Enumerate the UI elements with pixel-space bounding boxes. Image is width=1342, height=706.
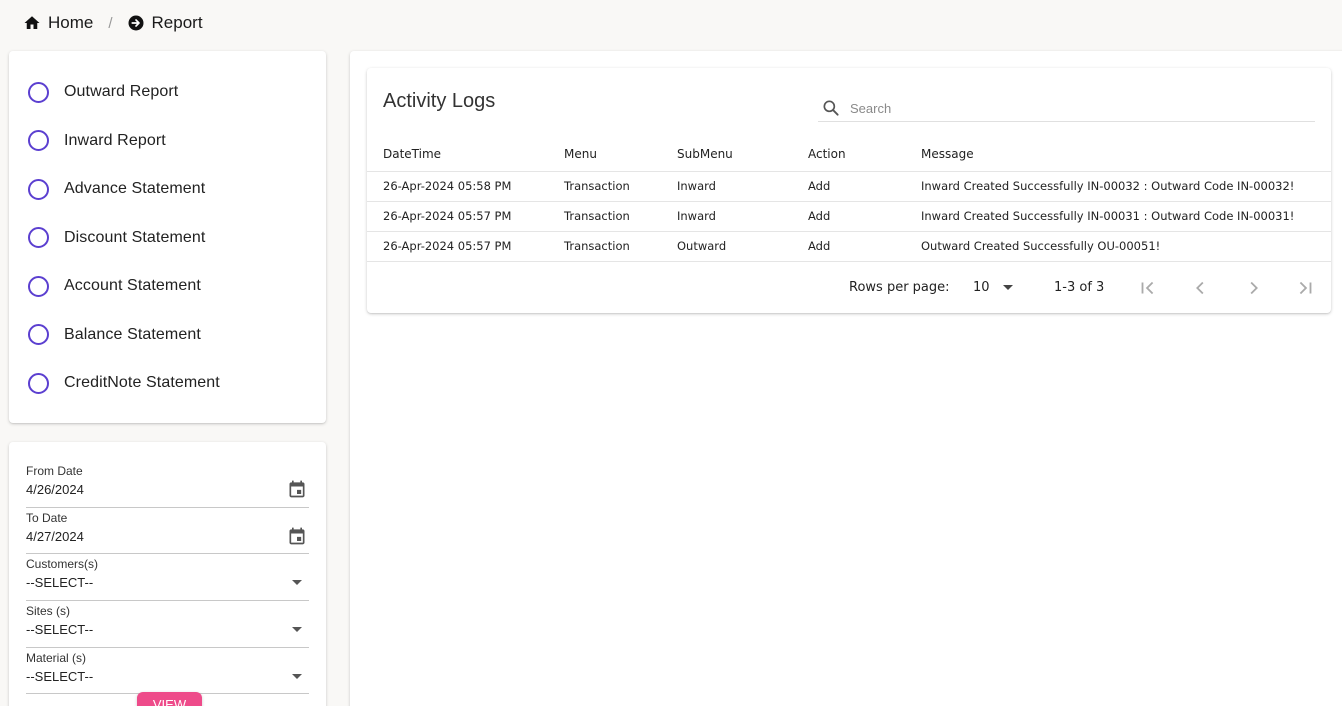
cell-message: Inward Created Successfully IN-00032 : O… (921, 171, 1331, 202)
breadcrumb-current-label: Report (151, 13, 203, 32)
from-date-field[interactable]: From Date 4/26/2024 (26, 461, 309, 508)
sites-value[interactable]: --SELECT-- (26, 622, 93, 637)
report-option-label: Advance Statement (64, 180, 206, 198)
radio-button[interactable] (28, 178, 49, 200)
dropdown-arrow-icon[interactable] (292, 627, 302, 633)
search-box[interactable] (818, 95, 1315, 122)
report-option-label: Discount Statement (64, 228, 206, 246)
home-icon (23, 14, 41, 32)
search-icon (821, 98, 841, 118)
customers-select[interactable]: Customers(s) --SELECT-- (26, 554, 309, 602)
cell-menu: Transaction (564, 171, 677, 202)
column-header-message[interactable]: Message (921, 138, 1331, 172)
cell-action: Add (808, 171, 921, 202)
from-date-value[interactable]: 4/26/2024 (26, 482, 84, 497)
cell-datetime: 26-Apr-2024 05:58 PM (367, 171, 564, 202)
breadcrumb-current: Report (127, 13, 203, 33)
cell-submenu: Inward (677, 201, 808, 232)
table-header-row: DateTime Menu SubMenu Action Message (367, 138, 1331, 172)
next-page-icon[interactable] (1242, 277, 1264, 299)
activity-logs-table: DateTime Menu SubMenu Action Message 26-… (367, 138, 1331, 262)
cell-submenu: Outward (677, 231, 808, 262)
pagination-range: 1-3 of 3 (1054, 280, 1105, 295)
material-label: Material (s) (26, 650, 87, 665)
rows-per-page-label: Rows per page: (849, 280, 950, 295)
cell-message: Outward Created Successfully OU-00051! (921, 231, 1331, 262)
report-option-account[interactable]: Account Statement (9, 262, 326, 311)
cell-message: Inward Created Successfully IN-00031 : O… (921, 201, 1331, 232)
report-option-label: Inward Report (64, 131, 166, 149)
report-option-inward[interactable]: Inward Report (9, 117, 326, 166)
radio-button[interactable] (28, 372, 49, 394)
report-option-advance[interactable]: Advance Statement (9, 165, 326, 214)
to-date-label: To Date (26, 510, 68, 525)
table-row[interactable]: 26-Apr-2024 05:57 PM Transaction Inward … (367, 201, 1331, 232)
report-option-discount[interactable]: Discount Statement (9, 214, 326, 263)
activity-logs-title: Activity Logs (383, 90, 496, 112)
breadcrumb: Home / Report (23, 12, 203, 34)
column-header-menu[interactable]: Menu (564, 138, 677, 172)
to-date-field[interactable]: To Date 4/27/2024 (26, 508, 309, 555)
radio-button[interactable] (28, 275, 49, 297)
customers-label: Customers(s) (26, 557, 99, 572)
cell-datetime: 26-Apr-2024 05:57 PM (367, 231, 564, 262)
view-button[interactable]: VIEW (137, 692, 202, 706)
dropdown-arrow-icon[interactable] (292, 580, 302, 586)
cell-menu: Transaction (564, 231, 677, 262)
search-input[interactable] (850, 99, 1290, 117)
report-type-panel: Outward Report Inward Report Advance Sta… (9, 51, 326, 423)
radio-button[interactable] (28, 227, 49, 249)
pagination: Rows per page: 10 1-3 of 3 (367, 273, 1331, 301)
cell-action: Add (808, 201, 921, 232)
previous-page-icon[interactable] (1190, 277, 1212, 299)
cell-menu: Transaction (564, 201, 677, 232)
calendar-icon[interactable] (287, 479, 307, 499)
breadcrumb-home-label: Home (48, 13, 94, 32)
table-row[interactable]: 26-Apr-2024 05:57 PM Transaction Outward… (367, 231, 1331, 262)
report-option-creditnote[interactable]: CreditNote Statement (9, 359, 326, 408)
filter-panel: From Date 4/26/2024 To Date 4/27/2024 Cu… (9, 442, 326, 706)
arrow-circle-right-icon (127, 14, 145, 32)
radio-button[interactable] (28, 130, 49, 152)
activity-logs-card: Activity Logs DateTime Menu SubMenu Acti… (367, 68, 1331, 313)
breadcrumb-home[interactable]: Home (23, 13, 93, 33)
report-option-label: Account Statement (64, 277, 201, 295)
first-page-icon[interactable] (1137, 277, 1159, 299)
material-select[interactable]: Material (s) --SELECT-- (26, 648, 309, 695)
breadcrumb-separator: / (108, 14, 113, 32)
from-date-label: From Date (26, 464, 83, 478)
report-option-label: Balance Statement (64, 325, 201, 343)
dropdown-arrow-icon[interactable] (1003, 285, 1013, 290)
dropdown-arrow-icon[interactable] (292, 673, 302, 679)
cell-datetime: 26-Apr-2024 05:57 PM (367, 201, 564, 232)
report-option-label: Outward Report (64, 83, 179, 101)
column-header-action[interactable]: Action (808, 138, 921, 172)
column-header-datetime[interactable]: DateTime (367, 138, 564, 172)
customers-value[interactable]: --SELECT-- (26, 575, 93, 590)
to-date-value[interactable]: 4/27/2024 (26, 529, 84, 544)
sites-label: Sites (s) (26, 604, 71, 619)
material-value[interactable]: --SELECT-- (26, 669, 93, 684)
report-option-balance[interactable]: Balance Statement (9, 311, 326, 360)
cell-action: Add (808, 231, 921, 262)
table-row[interactable]: 26-Apr-2024 05:58 PM Transaction Inward … (367, 171, 1331, 202)
column-header-submenu[interactable]: SubMenu (677, 138, 808, 172)
cell-submenu: Inward (677, 171, 808, 202)
radio-button[interactable] (28, 324, 49, 346)
report-option-outward[interactable]: Outward Report (9, 68, 326, 117)
last-page-icon[interactable] (1294, 277, 1316, 299)
report-option-label: CreditNote Statement (64, 374, 220, 392)
radio-button[interactable] (28, 81, 49, 103)
calendar-icon[interactable] (287, 526, 307, 546)
sites-select[interactable]: Sites (s) --SELECT-- (26, 601, 309, 648)
